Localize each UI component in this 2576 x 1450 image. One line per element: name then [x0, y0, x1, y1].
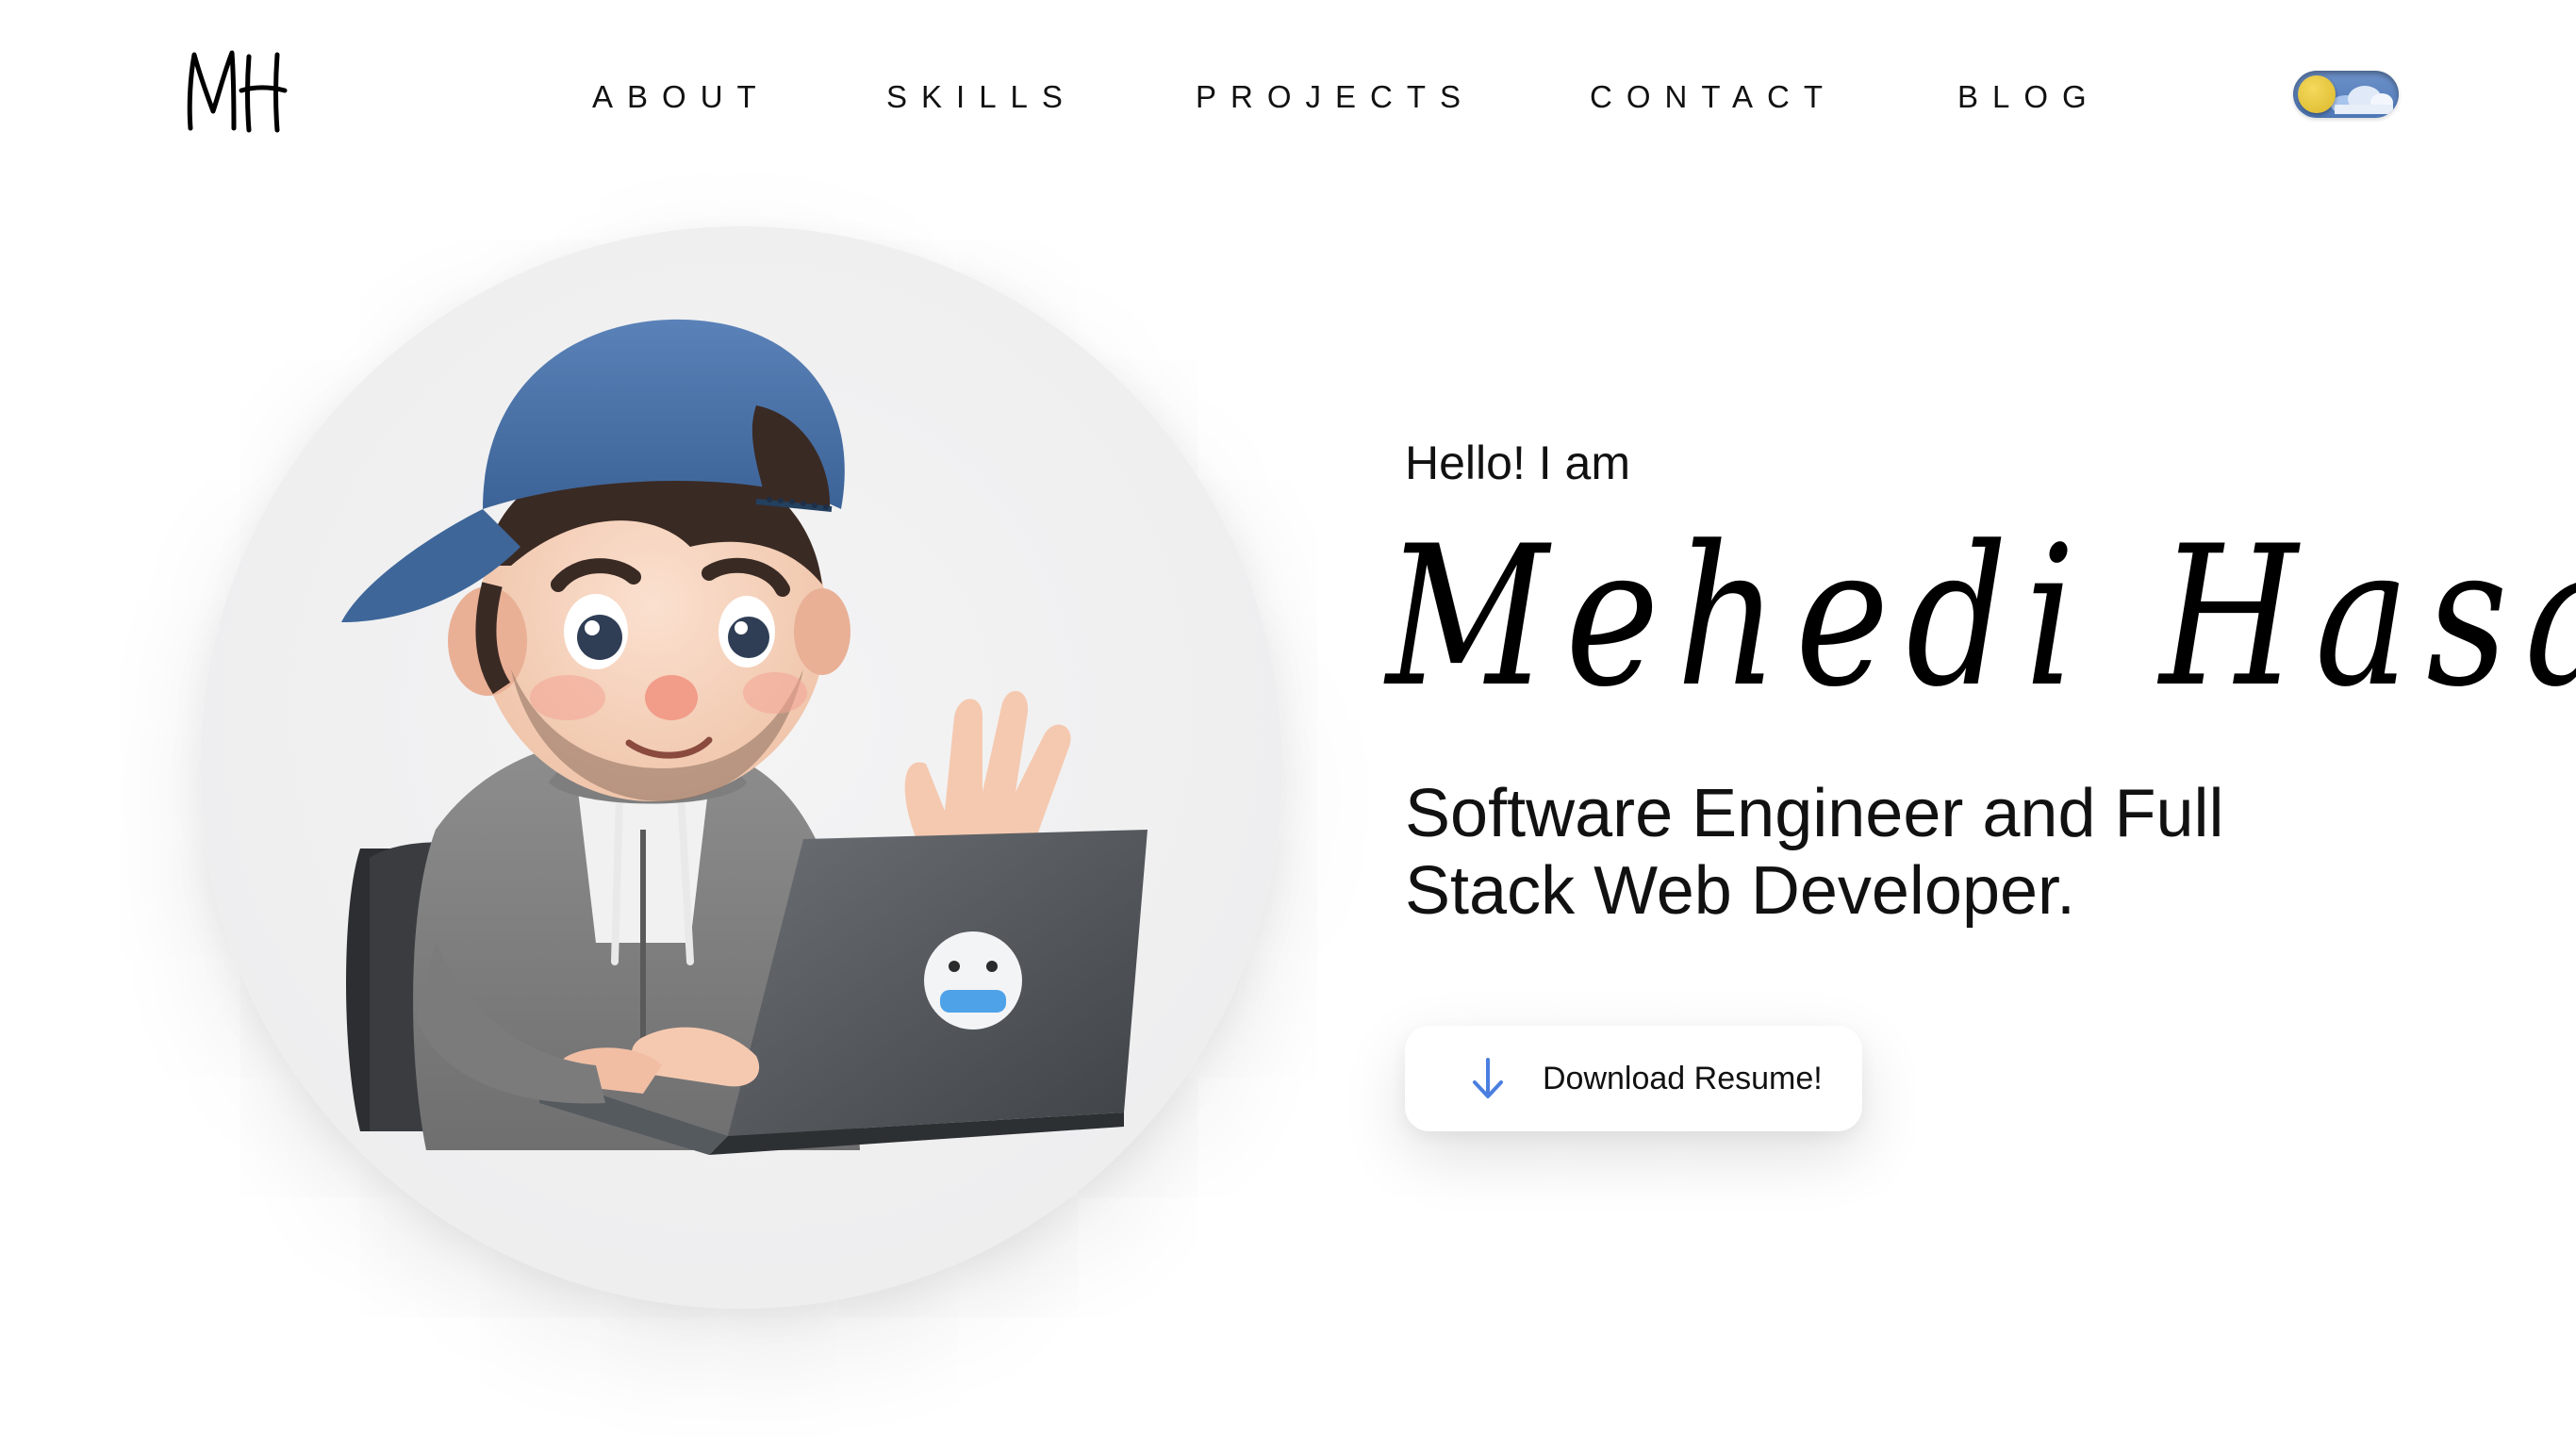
hero-role: Software Engineer and Full Stack Web Dev… — [1405, 776, 2224, 929]
sun-icon — [2298, 75, 2336, 113]
nav-link-contact[interactable]: CONTACT — [1590, 74, 1837, 121]
download-resume-button[interactable]: Download Resume! — [1405, 1026, 1862, 1131]
nav-link-blog[interactable]: BLOG — [1957, 74, 2101, 121]
download-resume-label: Download Resume! — [1543, 1061, 1823, 1096]
hero-greeting: Hello! I am — [1405, 437, 1630, 489]
hero-name: Mehedi Hasan — [1386, 505, 2576, 730]
main-nav: ABOUT SKILLS PROJECTS CONTACT BLOG — [0, 74, 2576, 121]
nav-link-projects[interactable]: PROJECTS — [1196, 74, 1475, 121]
nav-link-about[interactable]: ABOUT — [592, 74, 770, 121]
avatar-circle — [200, 226, 1282, 1309]
page: ABOUT SKILLS PROJECTS CONTACT BLOG Hello… — [0, 0, 2576, 1450]
cloud-icon — [2331, 86, 2393, 114]
theme-toggle[interactable] — [2293, 71, 2399, 118]
developer-avatar-illustration — [341, 319, 1148, 1155]
nav-link-skills[interactable]: SKILLS — [886, 74, 1077, 121]
arrow-down-icon — [1473, 1058, 1503, 1098]
